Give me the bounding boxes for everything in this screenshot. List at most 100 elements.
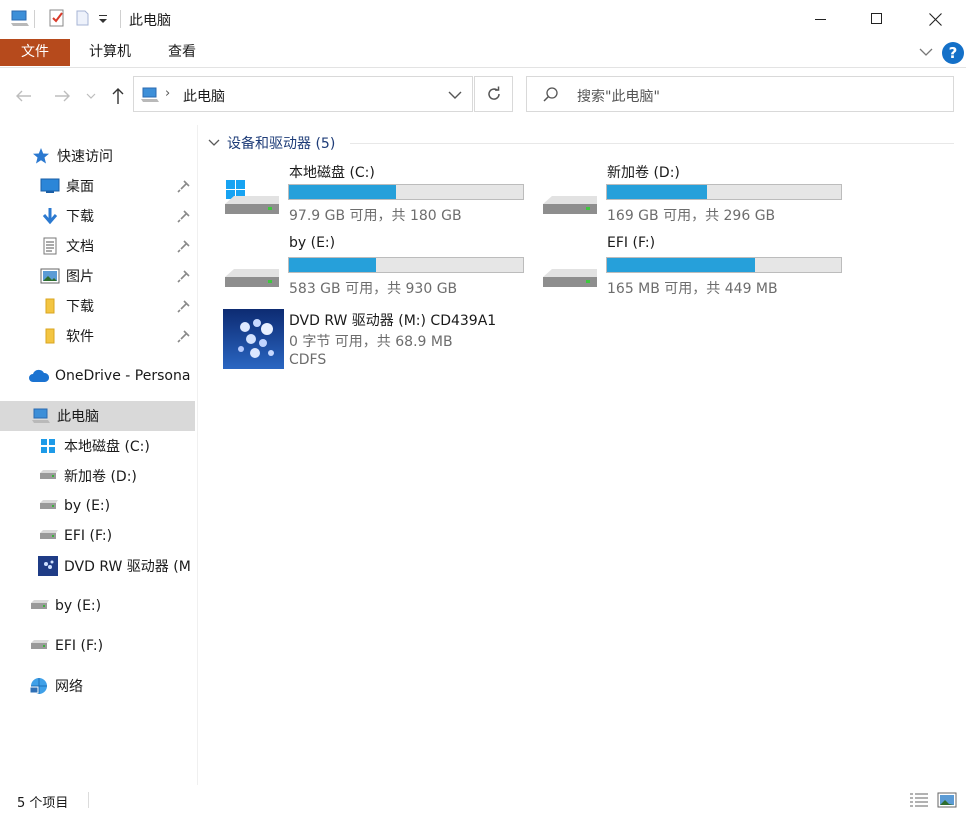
up-button[interactable] [107, 85, 129, 107]
dvd-disc-icon [223, 309, 284, 369]
hard-drive-icon [540, 249, 600, 293]
drive-tile-d[interactable]: 新加卷 (D:) 169 GB 可用，共 296 GB [540, 162, 850, 226]
cloud-icon [29, 367, 49, 385]
collapse-chevron-icon [208, 139, 220, 146]
system-drive-icon [222, 176, 282, 220]
status-divider [88, 792, 89, 808]
nav-label: by (E:) [64, 498, 111, 514]
pin-icon[interactable] [177, 209, 191, 223]
nav-label: 此电脑 [57, 409, 99, 425]
drive-tile-f[interactable]: EFI (F:) 165 MB 可用，共 449 MB [540, 235, 850, 299]
drive-space: 0 字节 可用，共 68.9 MB [289, 334, 453, 350]
nav-drive-d[interactable]: 新加卷 (D:) [38, 461, 197, 491]
group-header-devices[interactable]: 设备和驱动器 (5) [208, 133, 335, 153]
drive-space: 165 MB 可用，共 449 MB [607, 281, 778, 297]
folder-icon [40, 327, 60, 345]
hard-drive-icon [29, 597, 49, 615]
nav-this-pc[interactable]: 此电脑 [0, 401, 195, 431]
tab-view[interactable]: 查看 [150, 39, 214, 66]
group-divider [350, 143, 954, 144]
star-icon [31, 147, 51, 165]
nav-item-downloads-folder[interactable]: 下载 [40, 291, 197, 321]
nav-label: by (E:) [55, 598, 102, 614]
tab-computer[interactable]: 计算机 [74, 39, 146, 66]
pin-icon[interactable] [177, 329, 191, 343]
address-dropdown-chevron-icon[interactable] [446, 88, 464, 102]
windows-logo-icon [38, 437, 58, 455]
hard-drive-icon [222, 249, 282, 293]
nav-label: 下载 [66, 299, 94, 315]
nav-item-documents[interactable]: 文档 [40, 231, 197, 261]
refresh-icon [487, 86, 500, 100]
help-button[interactable]: ? [942, 42, 964, 64]
nav-drive-e-root[interactable]: by (E:) [29, 591, 197, 621]
usage-bar [288, 184, 524, 200]
recent-locations-chevron-icon[interactable] [82, 85, 100, 107]
nav-item-desktop[interactable]: 桌面 [40, 171, 197, 201]
nav-network[interactable]: 网络 [29, 671, 197, 701]
nav-item-downloads[interactable]: 下载 [40, 201, 197, 231]
nav-label: 下载 [66, 209, 94, 225]
minimize-button[interactable] [792, 0, 850, 38]
usage-bar [606, 184, 842, 200]
drive-space: 97.9 GB 可用，共 180 GB [289, 208, 462, 224]
pin-icon[interactable] [177, 269, 191, 283]
refresh-button[interactable] [474, 76, 513, 112]
nav-drive-e[interactable]: by (E:) [38, 491, 197, 521]
nav-label: DVD RW 驱动器 (M [64, 559, 191, 575]
drive-filesystem: CDFS [289, 352, 327, 368]
dvd-drive-icon [38, 556, 58, 576]
nav-label: 软件 [66, 329, 94, 345]
customize-toolbar-chevron-icon[interactable] [96, 12, 116, 30]
nav-onedrive[interactable]: OneDrive - Persona [29, 361, 197, 391]
document-icon [40, 237, 60, 255]
breadcrumb-chevron-icon[interactable]: › [165, 86, 170, 101]
nav-label: EFI (F:) [55, 638, 104, 654]
expand-ribbon-chevron-icon[interactable] [918, 45, 934, 59]
details-view-button[interactable] [908, 790, 930, 810]
drive-name: DVD RW 驱动器 (M:) CD439A1 [289, 313, 497, 329]
back-button[interactable] [13, 85, 35, 107]
search-icon [542, 86, 560, 104]
close-button[interactable] [906, 0, 964, 38]
large-icons-view-button[interactable] [936, 790, 958, 810]
details-view-icon [910, 793, 928, 807]
properties-icon[interactable] [48, 9, 68, 27]
maximize-button[interactable] [848, 0, 906, 38]
forward-button[interactable] [51, 85, 73, 107]
nav-label: 文档 [66, 239, 94, 255]
nav-label: OneDrive - Persona [55, 368, 191, 384]
desktop-icon [40, 177, 60, 195]
usage-bar-fill [607, 185, 708, 199]
nav-drive-f[interactable]: EFI (F:) [38, 521, 197, 551]
window-title: 此电脑 [129, 13, 171, 29]
nav-quick-access[interactable]: 快速访问 [31, 141, 197, 171]
new-folder-icon[interactable] [74, 9, 94, 27]
network-icon [29, 677, 49, 695]
folder-icon [40, 297, 60, 315]
nav-drive-m[interactable]: DVD RW 驱动器 (M [38, 551, 197, 581]
title-separator [120, 10, 121, 28]
drive-tile-e[interactable]: by (E:) 583 GB 可用，共 930 GB [222, 235, 532, 299]
nav-item-pictures[interactable]: 图片 [40, 261, 197, 291]
pin-icon[interactable] [177, 179, 191, 193]
breadcrumb-current[interactable]: 此电脑 [183, 86, 225, 106]
drive-tile-c[interactable]: 本地磁盘 (C:) 97.9 GB 可用，共 180 GB [222, 162, 532, 226]
drive-tile-dvd[interactable]: DVD RW 驱动器 (M:) CD439A1 0 字节 可用，共 68.9 M… [222, 308, 552, 372]
pin-icon[interactable] [177, 299, 191, 313]
usage-bar-fill [289, 258, 377, 272]
nav-drive-c[interactable]: 本地磁盘 (C:) [38, 431, 197, 461]
nav-item-software[interactable]: 软件 [40, 321, 197, 351]
tab-file[interactable]: 文件 [0, 39, 70, 66]
this-pc-icon [140, 86, 160, 104]
hard-drive-icon [38, 467, 58, 485]
usage-bar-fill [289, 185, 396, 199]
usage-bar-fill [607, 258, 756, 272]
item-count: 5 个项目 [17, 796, 69, 811]
hard-drive-icon [38, 497, 58, 515]
pin-icon[interactable] [177, 239, 191, 253]
nav-label: 网络 [55, 679, 83, 695]
nav-drive-f-root[interactable]: EFI (F:) [29, 631, 197, 661]
title-divider [34, 10, 35, 28]
drive-name: 新加卷 (D:) [607, 165, 680, 181]
